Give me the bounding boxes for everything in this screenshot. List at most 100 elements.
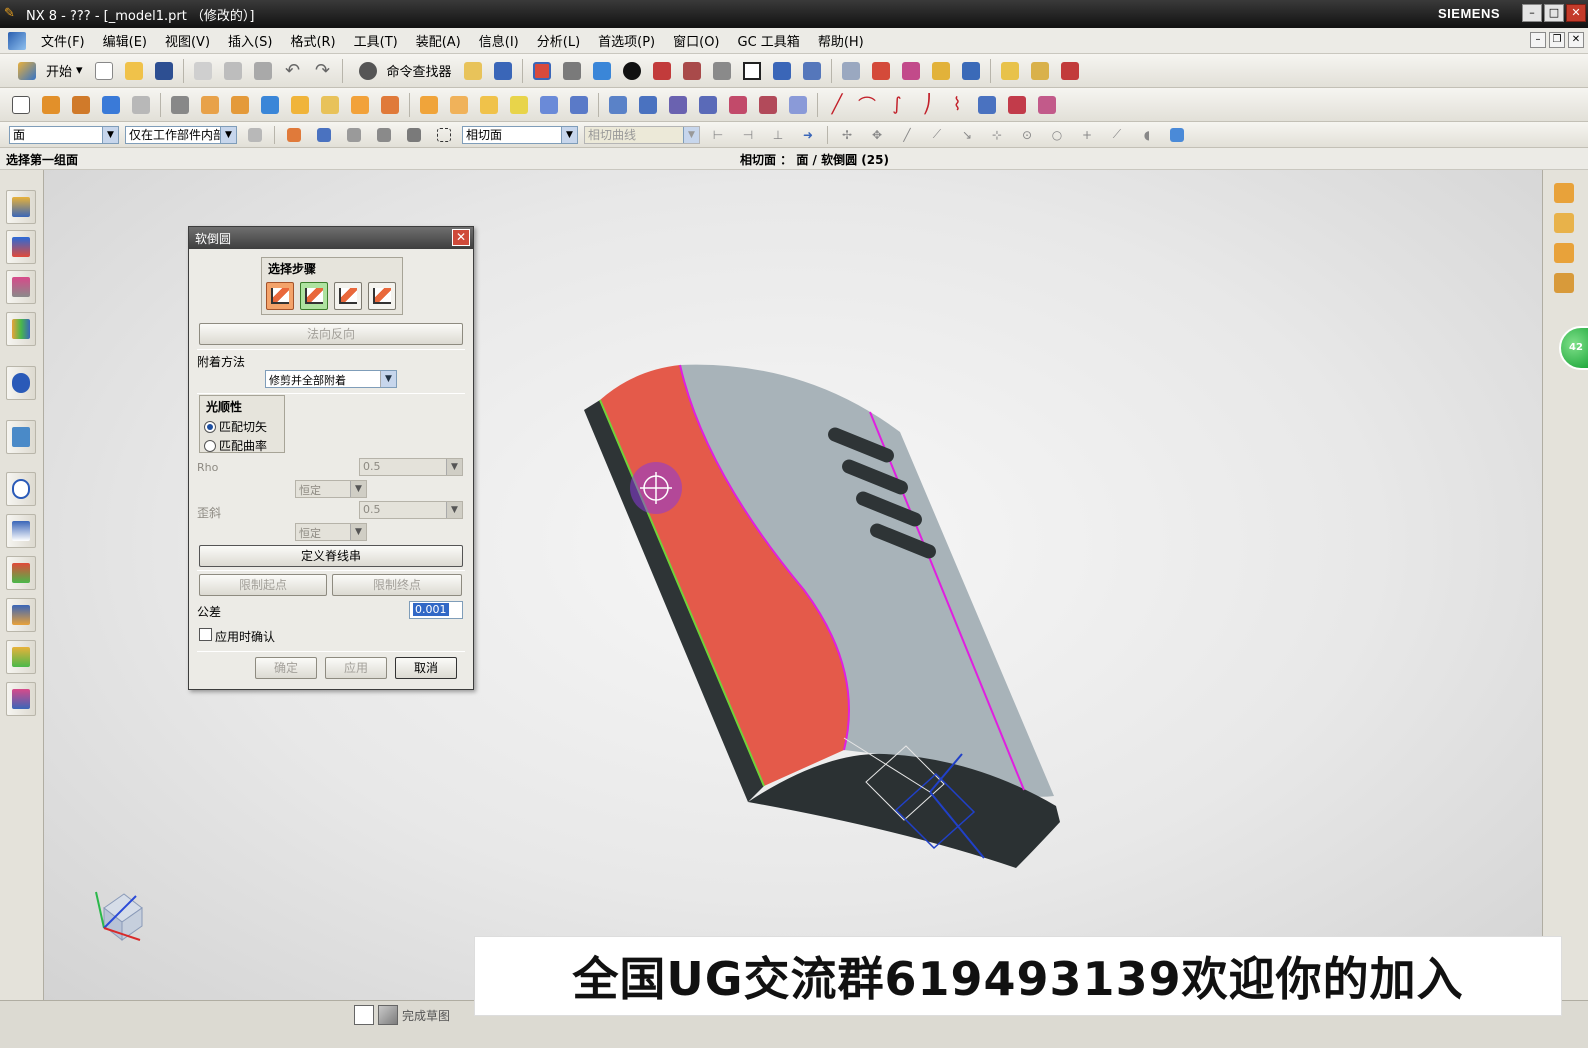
render-style-icon[interactable]	[559, 58, 585, 84]
snap-existing-icon[interactable]: ↘	[954, 122, 980, 148]
curve-rule-select[interactable]: 相切曲线 ▼	[584, 125, 700, 144]
new-component-icon[interactable]	[1551, 210, 1577, 236]
snap-tangent-icon[interactable]: ╱	[894, 122, 920, 148]
snap-center-icon[interactable]: ✢	[834, 122, 860, 148]
manufacturing-wizards-tab[interactable]	[6, 598, 36, 632]
thicken-icon[interactable]	[566, 92, 592, 118]
ok-button[interactable]: 确定	[255, 657, 317, 679]
face-rule-select[interactable]: 相切面 ▼	[462, 125, 578, 144]
display-edit-icon[interactable]	[958, 58, 984, 84]
document-icon[interactable]	[8, 31, 26, 50]
extrude-icon[interactable]	[38, 92, 64, 118]
measure-distance-icon[interactable]	[997, 58, 1023, 84]
menu-file[interactable]: 文件(F)	[32, 31, 94, 50]
system-scenes-tab[interactable]	[6, 682, 36, 716]
law-extension-icon[interactable]	[755, 92, 781, 118]
skew-law-select[interactable]: 恒定 ▼	[295, 523, 367, 541]
boolean-unite-icon[interactable]	[167, 92, 193, 118]
save-icon[interactable]	[151, 58, 177, 84]
offset-curve-icon[interactable]: ⎠	[914, 92, 940, 118]
snap-midpoint-icon[interactable]: ⊣	[735, 122, 761, 148]
snap-quadrant-icon[interactable]: ✥	[864, 122, 890, 148]
paste-icon[interactable]	[250, 58, 276, 84]
line-icon[interactable]: ╱	[824, 92, 850, 118]
project-curve-icon[interactable]	[974, 92, 1000, 118]
rho-law-select[interactable]: 恒定 ▼	[295, 480, 367, 498]
curvature-comb-icon[interactable]	[1057, 58, 1083, 84]
confirm-on-apply-checkbox[interactable]	[199, 628, 212, 641]
first-face-step-button[interactable]	[266, 282, 294, 310]
command-finder-button[interactable]: 命令查找器	[353, 58, 452, 84]
limit-start-button[interactable]: 限制起点	[199, 574, 327, 596]
ruled-icon[interactable]	[785, 92, 811, 118]
snap-arc-center-icon[interactable]: ⊙	[1014, 122, 1040, 148]
bridge-curve-icon[interactable]: ⌇	[944, 92, 970, 118]
trim-body-icon[interactable]	[317, 92, 343, 118]
swept-icon[interactable]	[665, 92, 691, 118]
wcs-icon[interactable]	[769, 58, 795, 84]
attach-method-select[interactable]: 修剪并全部附着 ▼	[265, 370, 397, 388]
section-clip-icon[interactable]	[679, 58, 705, 84]
analysis-icon[interactable]	[928, 58, 954, 84]
cancel-button[interactable]: 取消	[395, 657, 457, 679]
move-component-icon[interactable]	[799, 58, 825, 84]
rectangle-select-icon[interactable]	[431, 122, 457, 148]
match-curvature-radio[interactable]: 匹配曲率	[200, 436, 284, 455]
bridge-surface-icon[interactable]	[506, 92, 532, 118]
selection-tool-icon[interactable]	[460, 58, 486, 84]
n-sided-icon[interactable]	[695, 92, 721, 118]
menu-format[interactable]: 格式(R)	[281, 31, 344, 50]
snap-face-icon[interactable]: ⟋	[1104, 122, 1130, 148]
copy-icon[interactable]	[220, 58, 246, 84]
skew-input[interactable]: 0.5 ▼	[359, 501, 463, 519]
styled-blend-icon[interactable]	[476, 92, 502, 118]
through-mesh-icon[interactable]	[635, 92, 661, 118]
hole-icon[interactable]	[128, 92, 154, 118]
background-icon[interactable]	[739, 58, 765, 84]
sketch-icon[interactable]	[8, 92, 34, 118]
menu-analysis[interactable]: 分析(L)	[528, 31, 589, 50]
snap-control-icon[interactable]: ⊥	[765, 122, 791, 148]
match-tangent-radio[interactable]: 匹配切矢	[200, 417, 284, 436]
menu-preferences[interactable]: 首选项(P)	[589, 31, 664, 50]
cut-icon[interactable]	[190, 58, 216, 84]
info-icon[interactable]	[490, 58, 516, 84]
close-button[interactable]: ✕	[1566, 4, 1586, 22]
fit-view-icon[interactable]	[529, 58, 555, 84]
doc-minimize-button[interactable]: –	[1530, 32, 1546, 48]
snap-cube-icon[interactable]	[1164, 122, 1190, 148]
reuse-library-tab[interactable]	[6, 312, 36, 346]
menu-information[interactable]: 信息(I)	[470, 31, 528, 50]
system-materials-tab[interactable]	[6, 514, 36, 548]
add-component-icon[interactable]	[1551, 180, 1577, 206]
menu-insert[interactable]: 插入(S)	[219, 31, 281, 50]
view-orient-icon[interactable]	[589, 58, 615, 84]
chamfer-icon[interactable]	[227, 92, 253, 118]
through-curves-icon[interactable]	[605, 92, 631, 118]
menu-window[interactable]: 窗口(O)	[664, 31, 728, 50]
reverse-normal-button[interactable]: 法向反向	[199, 323, 463, 345]
redo-icon[interactable]: ↷	[310, 58, 336, 84]
layer-icon[interactable]	[838, 58, 864, 84]
offset-face-icon[interactable]	[347, 92, 373, 118]
body-select-icon[interactable]	[341, 122, 367, 148]
define-spine-button[interactable]: 定义脊线串	[199, 545, 463, 567]
hd3d-tools-tab[interactable]	[6, 366, 36, 400]
revolve-icon[interactable]	[68, 92, 94, 118]
web-browser-tab[interactable]	[6, 420, 36, 454]
menu-tools[interactable]: 工具(T)	[345, 31, 407, 50]
minimize-button[interactable]: –	[1522, 4, 1542, 22]
second-tangent-curve-step-button[interactable]	[368, 282, 396, 310]
menu-view[interactable]: 视图(V)	[156, 31, 219, 50]
rho-input[interactable]: 0.5 ▼	[359, 458, 463, 476]
snap-pole-icon[interactable]: ⊹	[984, 122, 1010, 148]
menu-help[interactable]: 帮助(H)	[809, 31, 873, 50]
undo-icon[interactable]: ↶	[280, 58, 306, 84]
create-array-icon[interactable]	[1551, 240, 1577, 266]
snap-endpoint-icon[interactable]: ⊢	[705, 122, 731, 148]
section-edit-icon[interactable]	[709, 58, 735, 84]
datum-plane-icon[interactable]	[98, 92, 124, 118]
csys-icon[interactable]	[868, 58, 894, 84]
second-face-step-button[interactable]	[300, 282, 328, 310]
menu-edit[interactable]: 编辑(E)	[94, 31, 156, 50]
